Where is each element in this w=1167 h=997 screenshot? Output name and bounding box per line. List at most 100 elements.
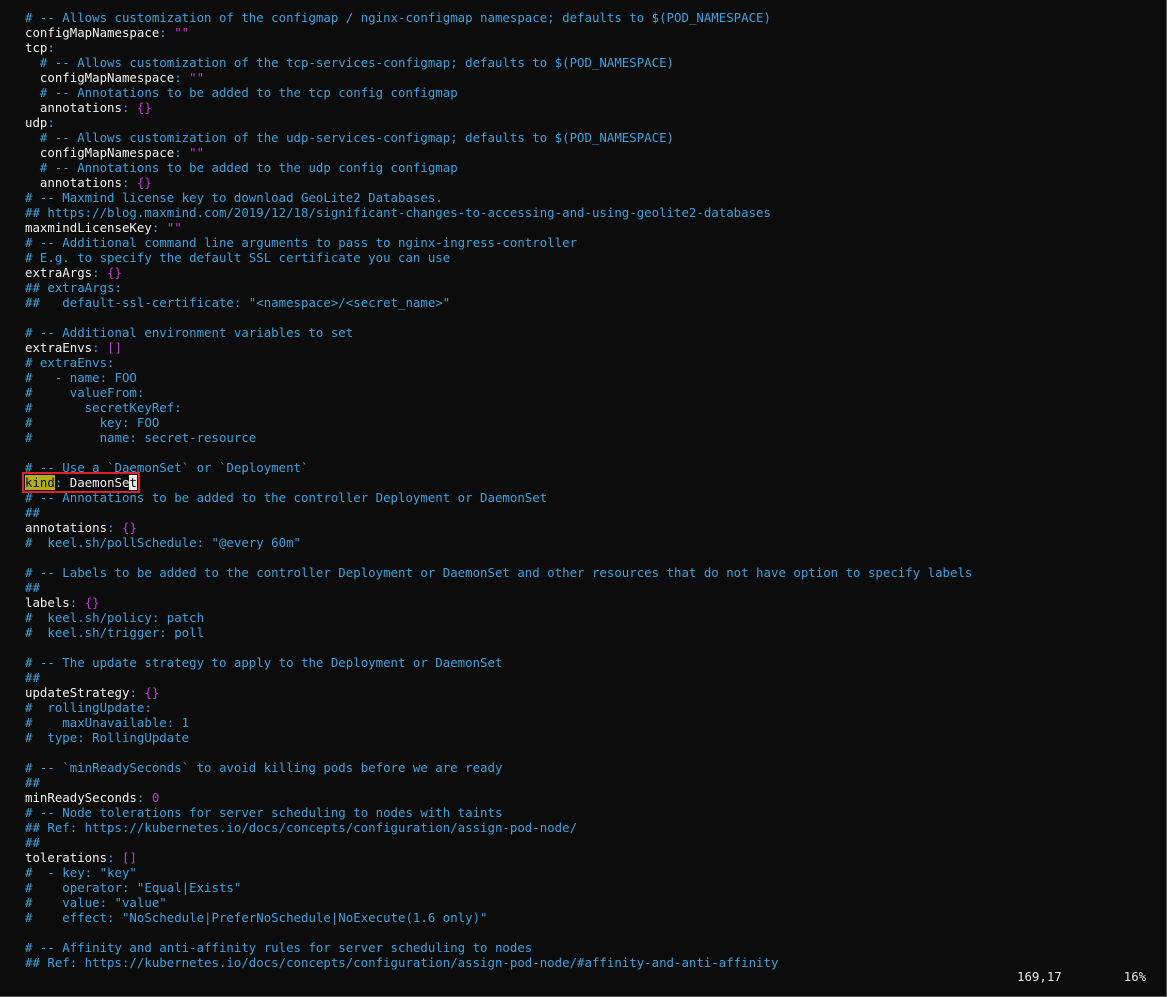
code-line[interactable]: # -- Allows customization of the configm… <box>25 10 972 25</box>
code-token: # rollingUpdate: <box>25 700 152 715</box>
code-line[interactable]: annotations: {} <box>25 100 972 115</box>
code-line[interactable]: # -- Additional environment variables to… <box>25 325 972 340</box>
code-line[interactable]: ## <box>25 835 972 850</box>
code-line[interactable]: # effect: "NoSchedule|PreferNoSchedule|N… <box>25 910 972 925</box>
code-line[interactable]: tolerations: [] <box>25 850 972 865</box>
code-line[interactable]: # -- Allows customization of the tcp-ser… <box>25 55 972 70</box>
code-token: # -- Annotations to be added to the cont… <box>25 490 548 505</box>
code-token: # -- Labels to be added to the controlle… <box>25 565 973 580</box>
code-line[interactable]: updateStrategy: {} <box>25 685 972 700</box>
code-line[interactable]: # -- Annotations to be added to the tcp … <box>25 85 972 100</box>
code-line[interactable]: # -- Maxmind license key to download Geo… <box>25 190 972 205</box>
code-token: # name: secret-resource <box>25 430 257 445</box>
code-line[interactable] <box>25 550 972 565</box>
code-line[interactable]: ## https://blog.maxmind.com/2019/12/18/s… <box>25 205 972 220</box>
code-token: : <box>136 790 152 805</box>
code-token: ## extraArgs: <box>25 280 122 295</box>
code-line[interactable]: kind: DaemonSet <box>22 472 972 493</box>
code-line[interactable]: # keel.sh/trigger: poll <box>25 625 972 640</box>
code-line[interactable]: annotations: {} <box>25 175 972 190</box>
code-line[interactable]: # -- The update strategy to apply to the… <box>25 655 972 670</box>
code-token: ## <box>25 775 40 790</box>
code-token: {} <box>136 175 152 190</box>
code-token: {} <box>84 595 100 610</box>
vim-terminal-window[interactable]: # -- Allows customization of the configm… <box>0 0 1167 997</box>
code-line[interactable]: tcp: <box>25 40 972 55</box>
code-token: {} <box>144 685 160 700</box>
code-line[interactable]: # keel.sh/pollSchedule: "@every 60m" <box>25 535 972 550</box>
code-line[interactable]: ## extraArgs: <box>25 280 972 295</box>
code-line[interactable]: # - name: FOO <box>25 370 972 385</box>
code-line[interactable]: # -- Affinity and anti-affinity rules fo… <box>25 940 972 955</box>
editor-buffer[interactable]: # -- Allows customization of the configm… <box>22 10 972 970</box>
code-line[interactable]: # -- Node tolerations for server schedul… <box>25 805 972 820</box>
code-token: # extraEnvs: <box>25 355 115 370</box>
code-token: # -- Use a `DaemonSet` or `Deployment` <box>25 460 309 475</box>
code-line[interactable]: ## Ref: https://kubernetes.io/docs/conce… <box>25 820 972 835</box>
code-token: ## <box>25 580 40 595</box>
code-line[interactable]: # secretKeyRef: <box>25 400 972 415</box>
code-line[interactable]: # name: secret-resource <box>25 430 972 445</box>
code-line[interactable]: # -- `minReadySeconds` to avoid killing … <box>25 760 972 775</box>
code-line[interactable]: configMapNamespace: "" <box>25 25 972 40</box>
code-token: ## <box>25 835 40 850</box>
code-line[interactable]: labels: {} <box>25 595 972 610</box>
code-line[interactable] <box>25 445 972 460</box>
code-token: ## <box>25 505 40 520</box>
search-match: kind <box>25 475 55 490</box>
code-token: # type: RollingUpdate <box>25 730 190 745</box>
code-token: configMapNamespace <box>25 145 175 160</box>
code-line[interactable] <box>25 925 972 940</box>
code-token: tcp <box>25 40 48 55</box>
code-line[interactable]: maxmindLicenseKey: "" <box>25 220 972 235</box>
code-line[interactable]: # maxUnavailable: 1 <box>25 715 972 730</box>
code-line[interactable]: # -- Annotations to be added to the udp … <box>25 160 972 175</box>
code-token: ## default-ssl-certificate: "<namespace>… <box>25 295 451 310</box>
code-line[interactable]: # operator: "Equal|Exists" <box>25 880 972 895</box>
code-token: : <box>92 340 108 355</box>
code-line[interactable]: # keel.sh/policy: patch <box>25 610 972 625</box>
code-line[interactable]: configMapNamespace: "" <box>25 70 972 85</box>
code-line[interactable]: ## Ref: https://kubernetes.io/docs/conce… <box>25 955 972 970</box>
code-token: # operator: "Equal|Exists" <box>25 880 242 895</box>
code-token: {} <box>136 100 152 115</box>
code-line[interactable] <box>25 640 972 655</box>
code-line[interactable]: ## <box>25 505 972 520</box>
code-line[interactable]: extraArgs: {} <box>25 265 972 280</box>
code-token: # value: "value" <box>25 895 167 910</box>
code-line[interactable]: minReadySeconds: 0 <box>25 790 972 805</box>
code-line[interactable]: # - key: "key" <box>25 865 972 880</box>
code-token: # -- Allows customization of the tcp-ser… <box>25 55 675 70</box>
code-line[interactable] <box>25 745 972 760</box>
code-token: : <box>54 475 70 490</box>
code-line[interactable]: # valueFrom: <box>25 385 972 400</box>
code-line[interactable]: # -- Allows customization of the udp-ser… <box>25 130 972 145</box>
code-token: annotations <box>25 100 122 115</box>
code-line[interactable]: # -- Labels to be added to the controlle… <box>25 565 972 580</box>
code-line[interactable]: annotations: {} <box>25 520 972 535</box>
code-token: # -- Additional command line arguments t… <box>25 235 578 250</box>
code-line[interactable]: # value: "value" <box>25 895 972 910</box>
code-token: : <box>107 850 122 865</box>
code-token: minReadySeconds <box>25 790 137 805</box>
code-line[interactable]: # E.g. to specify the default SSL certif… <box>25 250 972 265</box>
code-line[interactable]: configMapNamespace: "" <box>25 145 972 160</box>
code-line[interactable]: # -- Additional command line arguments t… <box>25 235 972 250</box>
code-token: configMapNamespace <box>25 25 160 40</box>
code-line[interactable]: ## default-ssl-certificate: "<namespace>… <box>25 295 972 310</box>
code-token: : <box>159 25 175 40</box>
code-line[interactable]: ## <box>25 775 972 790</box>
code-token: : <box>107 520 122 535</box>
code-line[interactable]: udp: <box>25 115 972 130</box>
code-line[interactable]: # -- Annotations to be added to the cont… <box>25 490 972 505</box>
code-line[interactable]: # key: FOO <box>25 415 972 430</box>
code-line[interactable] <box>25 310 972 325</box>
code-line[interactable]: # extraEnvs: <box>25 355 972 370</box>
code-line[interactable]: ## <box>25 670 972 685</box>
code-line[interactable]: ## <box>25 580 972 595</box>
code-line[interactable]: # rollingUpdate: <box>25 700 972 715</box>
code-line[interactable]: extraEnvs: [] <box>25 340 972 355</box>
code-line[interactable]: # type: RollingUpdate <box>25 730 972 745</box>
code-token: {} <box>107 265 122 280</box>
code-line[interactable]: # -- Use a `DaemonSet` or `Deployment` <box>25 460 972 475</box>
